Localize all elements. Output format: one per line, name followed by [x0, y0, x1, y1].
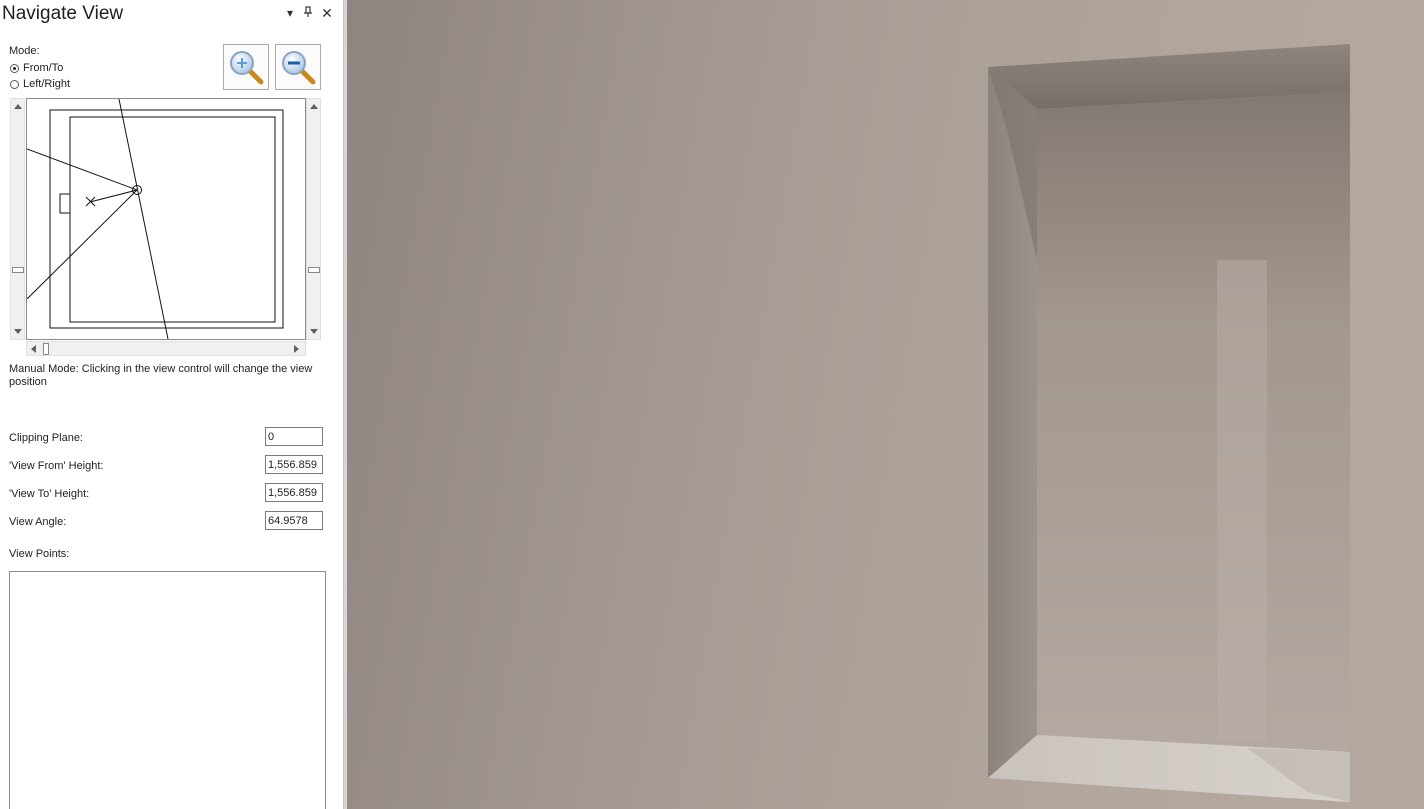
panel-close-button[interactable]: ✕ — [320, 6, 334, 20]
manual-mode-hint: Manual Mode: Clicking in the view contro… — [9, 363, 313, 388]
room-outer-wall — [49, 109, 284, 329]
radio-button-checked[interactable] — [10, 63, 19, 73]
view-sightline-lower — [26, 189, 138, 300]
zoom-in-icon — [230, 51, 264, 85]
view-points-label: View Points: — [9, 548, 70, 560]
view-angle-label: View Angle: — [9, 516, 67, 528]
scroll-up-icon[interactable] — [310, 104, 318, 109]
niche-light-patch — [1217, 260, 1267, 740]
opening-marker — [59, 193, 71, 214]
radio-label: Left/Right — [23, 78, 71, 90]
view-to-height-input[interactable] — [265, 483, 323, 502]
niche-back-wall — [1037, 92, 1350, 752]
pin-icon — [304, 6, 312, 17]
scroll-right-icon[interactable] — [294, 345, 299, 353]
view-control-scrollbar-right[interactable] — [306, 98, 321, 340]
mode-label: Mode: — [9, 45, 40, 57]
view-from-height-label: 'View From' Height: — [9, 460, 104, 472]
scroll-down-icon[interactable] — [14, 329, 22, 334]
view-sightline-upper — [26, 148, 138, 191]
3d-viewport[interactable] — [347, 0, 1424, 809]
scroll-up-icon[interactable] — [14, 104, 22, 109]
clipping-plane-label: Clipping Plane: — [9, 432, 83, 444]
clipping-plane-input[interactable] — [265, 427, 323, 446]
scroll-left-icon[interactable] — [31, 345, 36, 353]
view-control-scrollbar-left[interactable] — [10, 98, 25, 340]
view-from-height-input[interactable] — [265, 455, 323, 474]
panel-dropdown-button[interactable]: ▾ — [283, 6, 297, 20]
panel-title: Navigate View — [2, 3, 124, 24]
view-points-list[interactable] — [9, 571, 326, 809]
view-direction-line — [89, 189, 138, 203]
scroll-thumb[interactable] — [43, 343, 49, 355]
zoom-in-button[interactable] — [223, 44, 269, 90]
zoom-out-button[interactable] — [275, 44, 321, 90]
scroll-down-icon[interactable] — [310, 329, 318, 334]
view-to-height-label: 'View To' Height: — [9, 488, 90, 500]
3d-scene[interactable] — [347, 0, 1424, 809]
scroll-thumb[interactable] — [12, 267, 24, 273]
navigate-view-panel: Navigate View ▾ ✕ Mode: From/To Left/Rig… — [0, 0, 343, 809]
view-control-plan[interactable] — [26, 98, 306, 340]
radio-left-right[interactable]: Left/Right — [10, 77, 70, 91]
chevron-down-icon: ▾ — [286, 6, 294, 20]
room-inner-wall — [69, 116, 276, 323]
floor-plan-diagram[interactable] — [26, 98, 305, 340]
radio-button[interactable] — [10, 79, 19, 89]
close-icon: ✕ — [321, 5, 333, 21]
view-control-scrollbar-horizontal[interactable] — [26, 341, 306, 356]
radio-label: From/To — [23, 62, 64, 74]
view-angle-input[interactable] — [265, 511, 323, 530]
view-cone-edge-left — [118, 98, 169, 340]
scroll-thumb[interactable] — [308, 267, 320, 273]
panel-pin-button[interactable] — [301, 6, 315, 20]
radio-from-to[interactable]: From/To — [10, 61, 63, 75]
zoom-out-icon — [282, 51, 316, 85]
